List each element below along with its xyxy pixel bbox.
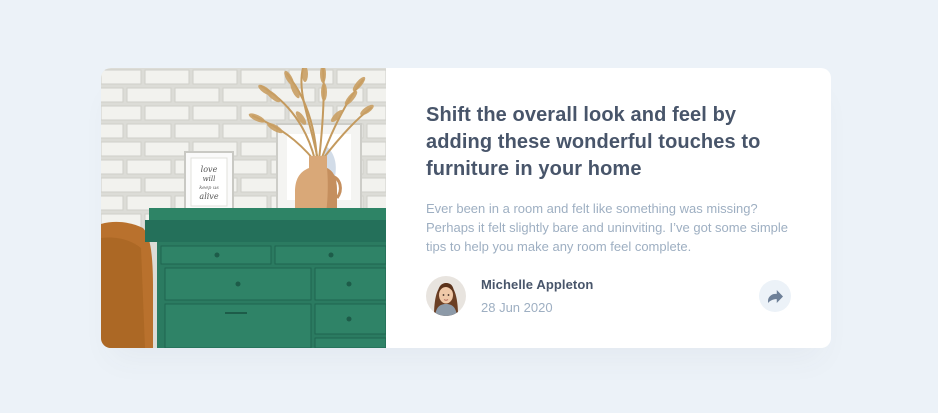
author-meta: Michelle Appleton 28 Jun 2020 — [481, 276, 593, 317]
frame-text-line-2: will — [203, 175, 216, 183]
article-image: love will keep us alive — [101, 68, 386, 348]
article-title[interactable]: Shift the overall look and feel by addin… — [426, 102, 786, 183]
article-preview-card: love will keep us alive Shift the overal… — [101, 68, 831, 348]
avatar — [426, 276, 466, 316]
article-content: Shift the overall look and feel by addin… — [386, 68, 831, 348]
article-excerpt: Ever been in a room and felt like someth… — [426, 201, 789, 254]
share-button[interactable] — [759, 280, 791, 312]
publish-date: 28 Jun 2020 — [481, 299, 553, 315]
frame-text-line-3: keep us — [199, 185, 219, 191]
author-name: Michelle Appleton — [481, 276, 594, 292]
frame-text-line-4: alive — [199, 192, 218, 201]
share-arrow-icon — [767, 289, 783, 303]
frame-text-line-1: love — [201, 165, 218, 174]
author-row: Michelle Appleton 28 Jun 2020 — [426, 275, 791, 317]
